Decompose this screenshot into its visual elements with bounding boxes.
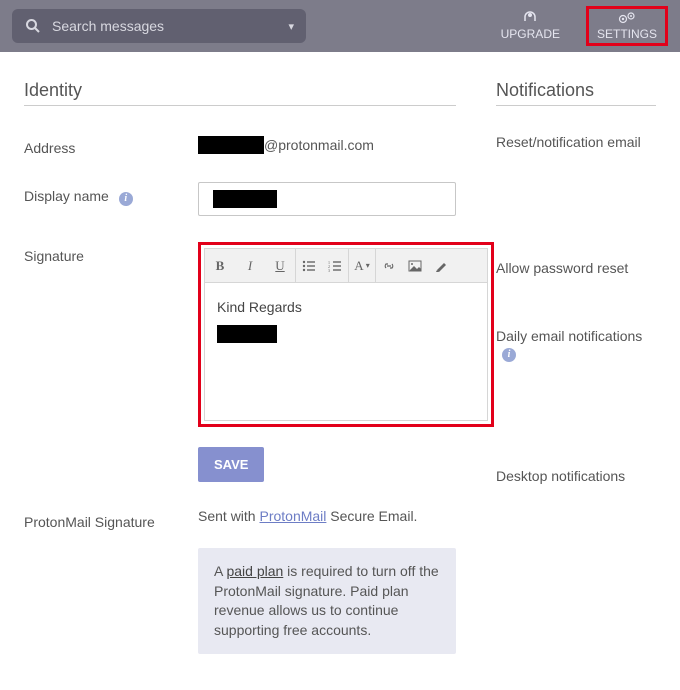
upgrade-icon <box>521 11 539 25</box>
signature-row: Signature B I U <box>24 242 456 482</box>
address-row: Address @protonmail.com <box>24 134 456 156</box>
paid-plan-link[interactable]: paid plan <box>226 563 283 579</box>
reset-email-label: Reset/notification email <box>496 134 656 150</box>
link-button[interactable] <box>376 249 402 282</box>
svg-text:3: 3 <box>328 268 330 272</box>
address-redacted <box>198 136 264 154</box>
signature-editor: B I U 123 A▾ <box>198 242 494 427</box>
address-domain: @protonmail.com <box>264 137 374 153</box>
display-name-label: Display name i <box>24 182 198 216</box>
gears-icon <box>617 11 637 25</box>
settings-nav[interactable]: SETTINGS <box>586 6 668 46</box>
allow-reset-label: Allow password reset <box>496 260 656 276</box>
info-icon[interactable]: i <box>119 192 133 206</box>
protonmail-link[interactable]: ProtonMail <box>259 508 326 524</box>
identity-title: Identity <box>24 80 456 106</box>
daily-notif-label: Daily email notifications i <box>496 328 656 362</box>
upgrade-label: UPGRADE <box>501 27 560 41</box>
info-icon[interactable]: i <box>502 348 516 362</box>
chevron-down-icon[interactable]: ▾ <box>288 20 294 33</box>
search-icon <box>24 18 42 34</box>
editor-toolbar: B I U 123 A▾ <box>204 248 488 283</box>
notifications-title: Notifications <box>496 80 656 106</box>
search-input[interactable] <box>52 18 278 34</box>
paid-plan-callout: A paid plan is required to turn off the … <box>198 548 456 654</box>
ordered-list-button[interactable]: 123 <box>322 249 348 282</box>
search-box[interactable]: ▾ <box>12 9 306 43</box>
settings-label: SETTINGS <box>597 27 657 41</box>
pm-signature-row: ProtonMail Signature Sent with ProtonMai… <box>24 508 456 654</box>
bullet-list-button[interactable] <box>296 249 322 282</box>
address-label: Address <box>24 134 198 156</box>
clear-format-button[interactable] <box>428 249 454 282</box>
signature-label: Signature <box>24 242 198 482</box>
pm-sig-label: ProtonMail Signature <box>24 508 198 654</box>
font-color-button[interactable]: A▾ <box>349 249 375 282</box>
signature-redacted <box>217 325 277 343</box>
pm-sig-text: Sent with ProtonMail Secure Email. <box>198 508 456 524</box>
underline-button[interactable]: U <box>265 249 295 282</box>
signature-textarea[interactable]: Kind Regards <box>204 283 488 421</box>
signature-text: Kind Regards <box>217 299 475 315</box>
display-name-redacted <box>213 190 277 208</box>
image-button[interactable] <box>402 249 428 282</box>
desktop-notif-label: Desktop notifications <box>496 468 656 484</box>
upgrade-nav[interactable]: UPGRADE <box>491 7 570 45</box>
bold-button[interactable]: B <box>205 249 235 282</box>
topbar: ▾ UPGRADE SETTINGS <box>0 0 680 52</box>
save-button[interactable]: SAVE <box>198 447 264 482</box>
display-name-row: Display name i <box>24 182 456 216</box>
italic-button[interactable]: I <box>235 249 265 282</box>
display-name-input[interactable] <box>198 182 456 216</box>
